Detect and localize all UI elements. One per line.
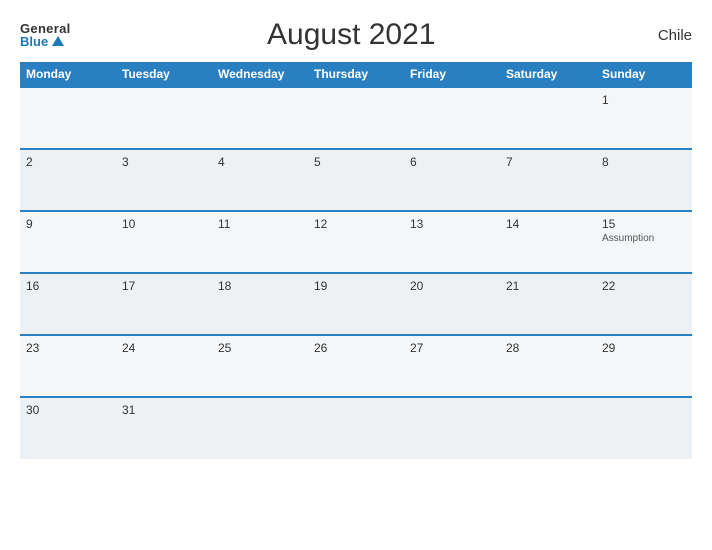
calendar-cell: 20 [404, 273, 500, 335]
day-number: 17 [122, 279, 206, 293]
logo-blue-text: Blue [20, 35, 64, 48]
calendar-cell: 4 [212, 149, 308, 211]
header-thursday: Thursday [308, 62, 404, 87]
header-sunday: Sunday [596, 62, 692, 87]
calendar-cell: 14 [500, 211, 596, 273]
day-number: 5 [314, 155, 398, 169]
calendar-cell [500, 397, 596, 459]
event-label: Assumption [602, 233, 686, 244]
day-number: 31 [122, 403, 206, 417]
calendar-cell: 7 [500, 149, 596, 211]
calendar-cell: 27 [404, 335, 500, 397]
calendar-cell: 3 [116, 149, 212, 211]
day-number: 15 [602, 217, 686, 231]
day-number: 19 [314, 279, 398, 293]
calendar-cell: 21 [500, 273, 596, 335]
day-number: 21 [506, 279, 590, 293]
day-number: 18 [218, 279, 302, 293]
calendar-cell: 6 [404, 149, 500, 211]
day-number: 30 [26, 403, 110, 417]
day-number: 8 [602, 155, 686, 169]
calendar-cell [404, 87, 500, 149]
calendar-cell: 2 [20, 149, 116, 211]
calendar-cell [212, 397, 308, 459]
calendar-cell: 28 [500, 335, 596, 397]
calendar-cell [212, 87, 308, 149]
day-number: 7 [506, 155, 590, 169]
calendar-cell: 31 [116, 397, 212, 459]
day-number: 16 [26, 279, 110, 293]
calendar-cell [116, 87, 212, 149]
calendar-week-row: 30 31 [20, 397, 692, 459]
calendar-cell: 12 [308, 211, 404, 273]
logo: General Blue [20, 22, 71, 48]
calendar-page: General Blue August 2021 Chile Monday Tu… [0, 0, 712, 550]
header-saturday: Saturday [500, 62, 596, 87]
day-number: 28 [506, 341, 590, 355]
calendar-cell: 24 [116, 335, 212, 397]
calendar-cell: 26 [308, 335, 404, 397]
calendar-week-row: 16 17 18 19 20 21 22 [20, 273, 692, 335]
calendar-cell [308, 397, 404, 459]
calendar-cell: 23 [20, 335, 116, 397]
day-number: 13 [410, 217, 494, 231]
day-number: 25 [218, 341, 302, 355]
calendar-cell [20, 87, 116, 149]
calendar-cell: 18 [212, 273, 308, 335]
calendar-cell: 1 [596, 87, 692, 149]
day-number: 20 [410, 279, 494, 293]
header: General Blue August 2021 Chile [20, 18, 692, 52]
calendar-cell: 11 [212, 211, 308, 273]
day-number: 23 [26, 341, 110, 355]
day-number: 6 [410, 155, 494, 169]
calendar-cell: 13 [404, 211, 500, 273]
day-number: 12 [314, 217, 398, 231]
day-number: 27 [410, 341, 494, 355]
day-number: 3 [122, 155, 206, 169]
calendar-table: Monday Tuesday Wednesday Thursday Friday… [20, 62, 692, 459]
calendar-header-row: Monday Tuesday Wednesday Thursday Friday… [20, 62, 692, 87]
calendar-cell: 15 Assumption [596, 211, 692, 273]
calendar-cell: 19 [308, 273, 404, 335]
header-tuesday: Tuesday [116, 62, 212, 87]
calendar-cell [500, 87, 596, 149]
day-number: 2 [26, 155, 110, 169]
day-number: 24 [122, 341, 206, 355]
calendar-cell [596, 397, 692, 459]
calendar-cell: 25 [212, 335, 308, 397]
calendar-week-row: 1 [20, 87, 692, 149]
calendar-cell [404, 397, 500, 459]
day-number: 10 [122, 217, 206, 231]
day-number: 9 [26, 217, 110, 231]
calendar-week-row: 2345678 [20, 149, 692, 211]
country-label: Chile [632, 27, 692, 44]
day-number: 22 [602, 279, 686, 293]
calendar-cell: 17 [116, 273, 212, 335]
day-number: 26 [314, 341, 398, 355]
day-number: 29 [602, 341, 686, 355]
logo-triangle-icon [52, 36, 64, 46]
calendar-cell: 30 [20, 397, 116, 459]
day-number: 1 [602, 93, 686, 107]
day-number: 4 [218, 155, 302, 169]
calendar-cell: 10 [116, 211, 212, 273]
header-friday: Friday [404, 62, 500, 87]
calendar-title: August 2021 [71, 18, 632, 52]
day-number: 14 [506, 217, 590, 231]
calendar-cell: 9 [20, 211, 116, 273]
header-monday: Monday [20, 62, 116, 87]
header-wednesday: Wednesday [212, 62, 308, 87]
calendar-cell: 16 [20, 273, 116, 335]
calendar-cell: 22 [596, 273, 692, 335]
calendar-week-row: 9 10 11 12 13 14 15 Assumption [20, 211, 692, 273]
calendar-cell [308, 87, 404, 149]
calendar-week-row: 23 24 25 26 27 28 29 [20, 335, 692, 397]
calendar-cell: 8 [596, 149, 692, 211]
calendar-cell: 29 [596, 335, 692, 397]
day-number: 11 [218, 217, 302, 231]
calendar-cell: 5 [308, 149, 404, 211]
